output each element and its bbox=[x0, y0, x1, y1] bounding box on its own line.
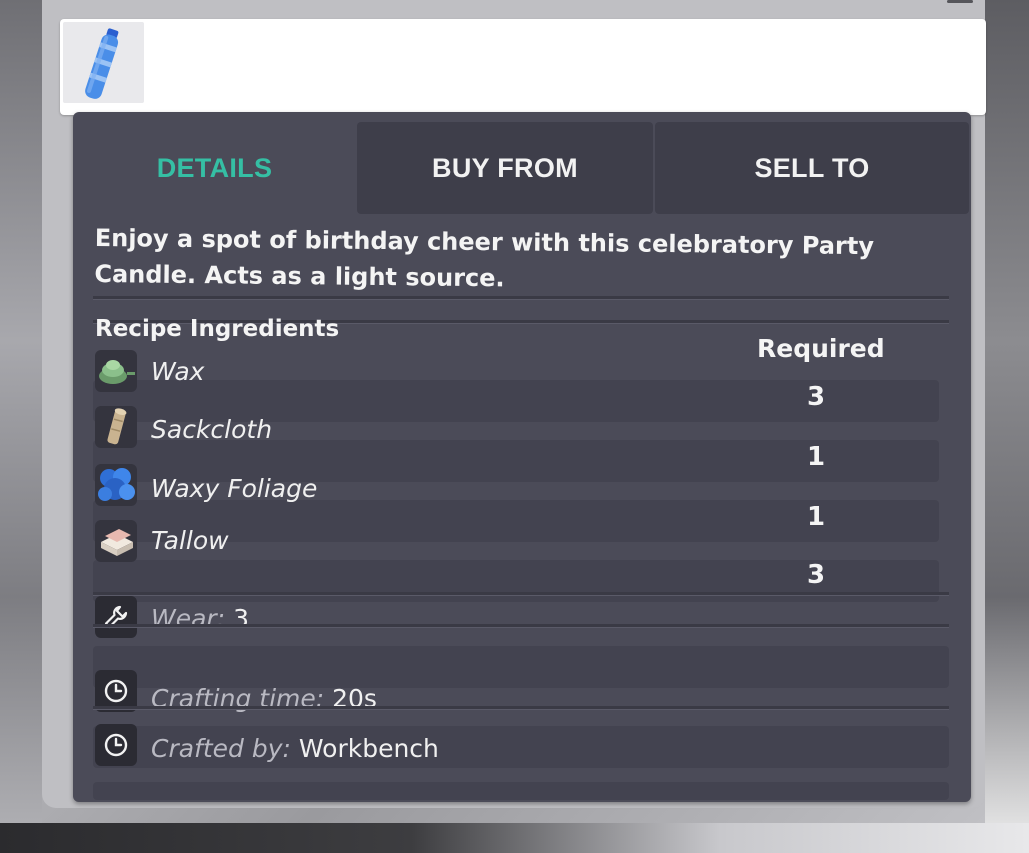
wrench-icon bbox=[95, 596, 137, 638]
crafted-by-label: Crafted by: bbox=[151, 734, 291, 763]
waxy-foliage-icon bbox=[95, 464, 137, 506]
ingredient-qty: 3 bbox=[806, 560, 826, 590]
item-description: Enjoy a spot of birthday cheer with this… bbox=[94, 223, 875, 293]
tallow-icon bbox=[95, 520, 137, 562]
divider bbox=[93, 706, 949, 710]
background-bottom bbox=[0, 823, 1029, 853]
ingredient-name: Wax bbox=[151, 357, 205, 386]
window-handle[interactable] bbox=[947, 0, 973, 3]
party-candle-icon bbox=[85, 28, 119, 99]
recipe-title: Recipe Ingredients bbox=[95, 316, 340, 342]
ingredient-qty: 3 bbox=[806, 382, 826, 412]
background-right bbox=[985, 0, 1029, 853]
tab-sell-to[interactable]: SELL TO bbox=[655, 122, 969, 214]
sackcloth-icon bbox=[95, 406, 137, 448]
crafted-by-stat: Crafted by: Workbench bbox=[151, 734, 439, 763]
info-row bbox=[93, 646, 949, 688]
wear-stat: Wear: 3 bbox=[151, 604, 249, 633]
wax-icon bbox=[95, 350, 137, 392]
divider bbox=[93, 624, 949, 628]
tab-details[interactable]: DETAILS bbox=[73, 122, 356, 214]
wear-value: 3 bbox=[233, 604, 249, 633]
crafted-by-value: Workbench bbox=[298, 734, 439, 763]
ingredient-qty: 1 bbox=[806, 442, 826, 472]
ingredient-qty: 1 bbox=[806, 502, 826, 532]
ingredient-name: Tallow bbox=[151, 526, 229, 555]
wear-label: Wear: bbox=[151, 604, 226, 633]
divider bbox=[93, 296, 949, 300]
info-row bbox=[93, 782, 949, 800]
ingredient-name: Waxy Foliage bbox=[151, 474, 318, 503]
ingredient-name: Sackcloth bbox=[151, 415, 273, 444]
item-header bbox=[60, 19, 986, 115]
required-header: Required bbox=[757, 334, 885, 363]
background-left bbox=[0, 0, 42, 853]
tab-buy-from[interactable]: BUY FROM bbox=[357, 122, 653, 214]
clock-icon bbox=[95, 724, 137, 766]
details-panel: DETAILS BUY FROM SELL TO Enjoy a spot of… bbox=[73, 112, 971, 802]
divider bbox=[93, 592, 949, 596]
item-thumbnail bbox=[63, 22, 144, 103]
